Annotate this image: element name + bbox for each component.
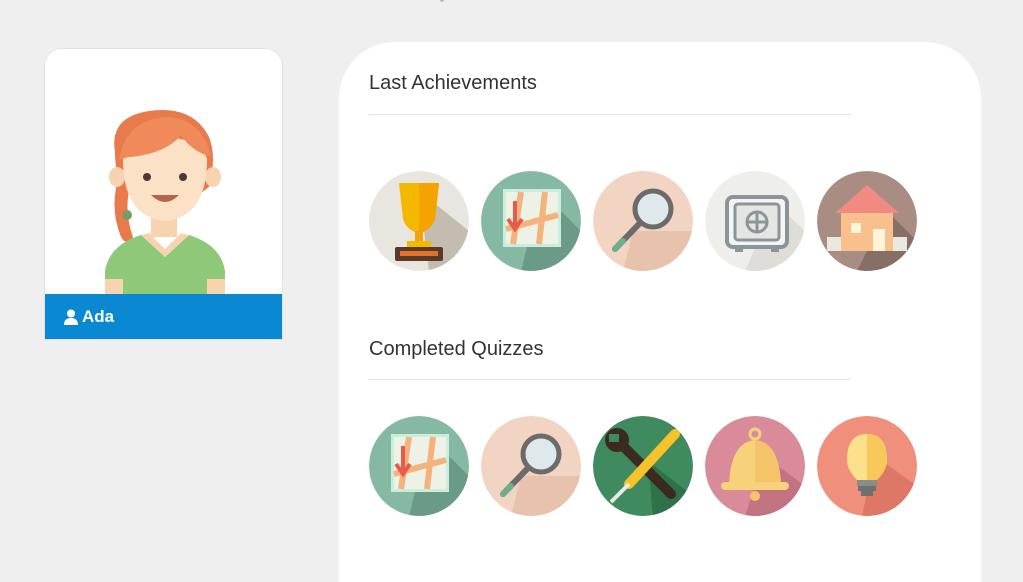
top-decoration — [440, 0, 444, 2]
achievements-divider — [369, 114, 851, 115]
house-icon[interactable] — [817, 171, 917, 271]
profile-name-bar[interactable]: Ada — [45, 294, 282, 339]
safe-icon[interactable] — [705, 171, 805, 271]
map-icon[interactable] — [369, 416, 469, 516]
trophy-icon[interactable] — [369, 171, 469, 271]
bell-icon[interactable] — [705, 416, 805, 516]
magnifier-icon[interactable] — [593, 171, 693, 271]
achievements-badges — [369, 171, 917, 271]
profile-name: Ada — [82, 306, 115, 326]
quizzes-divider — [369, 379, 851, 380]
achievements-title: Last Achievements — [369, 72, 537, 94]
profile-card: Ada — [44, 48, 283, 340]
quizzes-badges — [369, 416, 917, 516]
user-icon — [64, 309, 78, 325]
quizzes-title: Completed Quizzes — [369, 338, 544, 360]
tools-icon[interactable] — [593, 416, 693, 516]
lightbulb-icon[interactable] — [817, 416, 917, 516]
map-icon[interactable] — [481, 171, 581, 271]
main-panel: Last Achievements Completed Quizzes — [339, 42, 981, 582]
magnifier-icon[interactable] — [481, 416, 581, 516]
girl-avatar-icon — [105, 110, 225, 297]
